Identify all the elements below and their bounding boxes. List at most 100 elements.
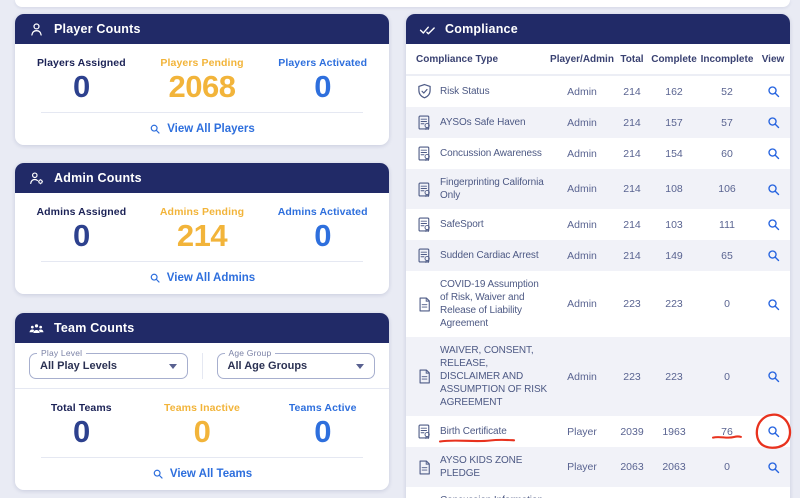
compliance-type-cell: Concussion Awareness [406, 145, 550, 162]
incomplete-value: 52 [721, 86, 733, 98]
stat-label: Players Pending [142, 57, 263, 69]
table-row: Concussion Information Sheet Player 2063… [406, 487, 790, 498]
stat: Admins Assigned 0 [21, 206, 142, 252]
team-group-icon [28, 320, 45, 337]
complete-cell: 162 [650, 86, 698, 98]
certificate-icon [416, 247, 433, 264]
incomplete-value: 65 [721, 250, 733, 262]
certificate-icon [416, 216, 433, 233]
team-counts-header: Team Counts [15, 313, 389, 343]
team-counts-card: Team Counts Play Level All Play Levels A… [15, 313, 389, 490]
stat-label: Admins Pending [142, 206, 263, 218]
file-icon [416, 296, 433, 313]
admin-counts-title: Admin Counts [54, 171, 142, 185]
compliance-type-cell: Sudden Cardiac Arrest [406, 247, 550, 264]
view-search-icon[interactable] [766, 297, 781, 312]
view-cell [756, 182, 790, 197]
admin-person-gear-icon [28, 170, 45, 187]
view-cell [756, 460, 790, 475]
incomplete-value: 76 [721, 426, 733, 438]
compliance-type-name: Risk Status [440, 86, 489, 97]
incomplete-cell: 111 [698, 219, 756, 231]
shield-check-icon [416, 83, 433, 100]
view-search-icon[interactable] [766, 369, 781, 384]
stat: Players Assigned 0 [21, 57, 142, 103]
compliance-type-cell: WAIVER, CONSENT, RELEASE, DISCLAIMER AND… [406, 344, 550, 409]
total-cell: 214 [614, 86, 650, 98]
dashboard: Player Counts Players Assigned 0 Players… [0, 0, 800, 498]
stat-value: 2068 [142, 70, 263, 103]
total-cell: 214 [614, 117, 650, 129]
view-search-icon[interactable] [766, 217, 781, 232]
view-search-icon[interactable] [766, 460, 781, 475]
total-cell: 2063 [614, 461, 650, 473]
compliance-type-name: AYSOs Safe Haven [440, 117, 525, 128]
view-all-players-link[interactable]: View All Players [15, 113, 389, 145]
incomplete-value: 0 [724, 461, 730, 473]
compliance-type-name: Concussion Awareness [440, 148, 542, 159]
view-all-admins-label: View All Admins [167, 272, 255, 284]
incomplete-value: 0 [724, 371, 730, 383]
complete-cell: 103 [650, 219, 698, 231]
panel-above-remnant [15, 0, 790, 7]
total-cell: 2039 [614, 426, 650, 438]
view-search-icon[interactable] [766, 115, 781, 130]
table-row: Sudden Cardiac Arrest Admin 214 149 65 [406, 240, 790, 271]
compliance-title: Compliance [445, 22, 518, 36]
view-search-icon[interactable] [766, 424, 781, 439]
stat: Players Activated 0 [262, 57, 383, 103]
chevron-down-icon [169, 364, 177, 369]
file-icon [416, 459, 433, 476]
table-row: SafeSport Admin 214 103 111 [406, 209, 790, 240]
incomplete-value: 60 [721, 148, 733, 160]
player-admin-cell: Admin [550, 371, 614, 383]
view-all-admins-link[interactable]: View All Admins [15, 262, 389, 294]
stat-label: Players Activated [262, 57, 383, 69]
stat-value: 0 [21, 219, 142, 252]
view-cell [756, 115, 790, 130]
play-level-value: All Play Levels [40, 360, 117, 372]
incomplete-cell: 60 [698, 148, 756, 160]
player-admin-cell: Admin [550, 183, 614, 195]
player-counts-card: Player Counts Players Assigned 0 Players… [15, 14, 389, 145]
incomplete-value: 0 [724, 298, 730, 310]
compliance-type-cell: COVID-19 Assumption of Risk, Waiver and … [406, 278, 550, 330]
view-search-icon[interactable] [766, 182, 781, 197]
player-admin-cell: Admin [550, 86, 614, 98]
view-search-icon[interactable] [766, 146, 781, 161]
stat-value: 0 [21, 415, 142, 448]
view-all-teams-link[interactable]: View All Teams [15, 458, 389, 490]
compliance-type-name: AYSO KIDS ZONE PLEDGE [440, 455, 522, 479]
stat-label: Teams Active [262, 402, 383, 414]
total-cell: 214 [614, 148, 650, 160]
red-underline-annotation [438, 436, 516, 444]
view-search-icon[interactable] [766, 84, 781, 99]
stat-label: Players Assigned [21, 57, 142, 69]
incomplete-cell: 57 [698, 117, 756, 129]
play-level-select[interactable]: Play Level All Play Levels [29, 353, 188, 379]
admin-counts-header: Admin Counts [15, 163, 389, 193]
table-row: Birth Certificate Player 2039 1963 76 [406, 416, 790, 447]
search-icon [149, 123, 161, 135]
play-level-label: Play Level [37, 348, 86, 358]
compliance-type-cell: Concussion Information Sheet [406, 494, 550, 498]
compliance-type-cell: Risk Status [406, 83, 550, 100]
stat-value: 0 [21, 70, 142, 103]
player-admin-cell: Admin [550, 117, 614, 129]
table-row: Fingerprinting California Only Admin 214… [406, 169, 790, 209]
compliance-type-cell: Fingerprinting California Only [406, 176, 550, 202]
age-group-select[interactable]: Age Group All Age Groups [217, 353, 376, 379]
stat: Total Teams 0 [21, 402, 142, 448]
compliance-type-name: Birth Certificate [440, 426, 507, 437]
view-search-icon[interactable] [766, 248, 781, 263]
view-cell [756, 217, 790, 232]
total-cell: 214 [614, 250, 650, 262]
compliance-type-name: Fingerprinting California Only [440, 177, 544, 201]
compliance-type-name: COVID-19 Assumption of Risk, Waiver and … [440, 279, 539, 329]
incomplete-value: 111 [719, 219, 735, 231]
table-row: Risk Status Admin 214 162 52 [406, 76, 790, 107]
age-group-value: All Age Groups [228, 360, 308, 372]
incomplete-cell: 65 [698, 250, 756, 262]
view-cell [756, 424, 790, 439]
compliance-table-header: Compliance Type Player/Admin Total Compl… [406, 44, 790, 76]
